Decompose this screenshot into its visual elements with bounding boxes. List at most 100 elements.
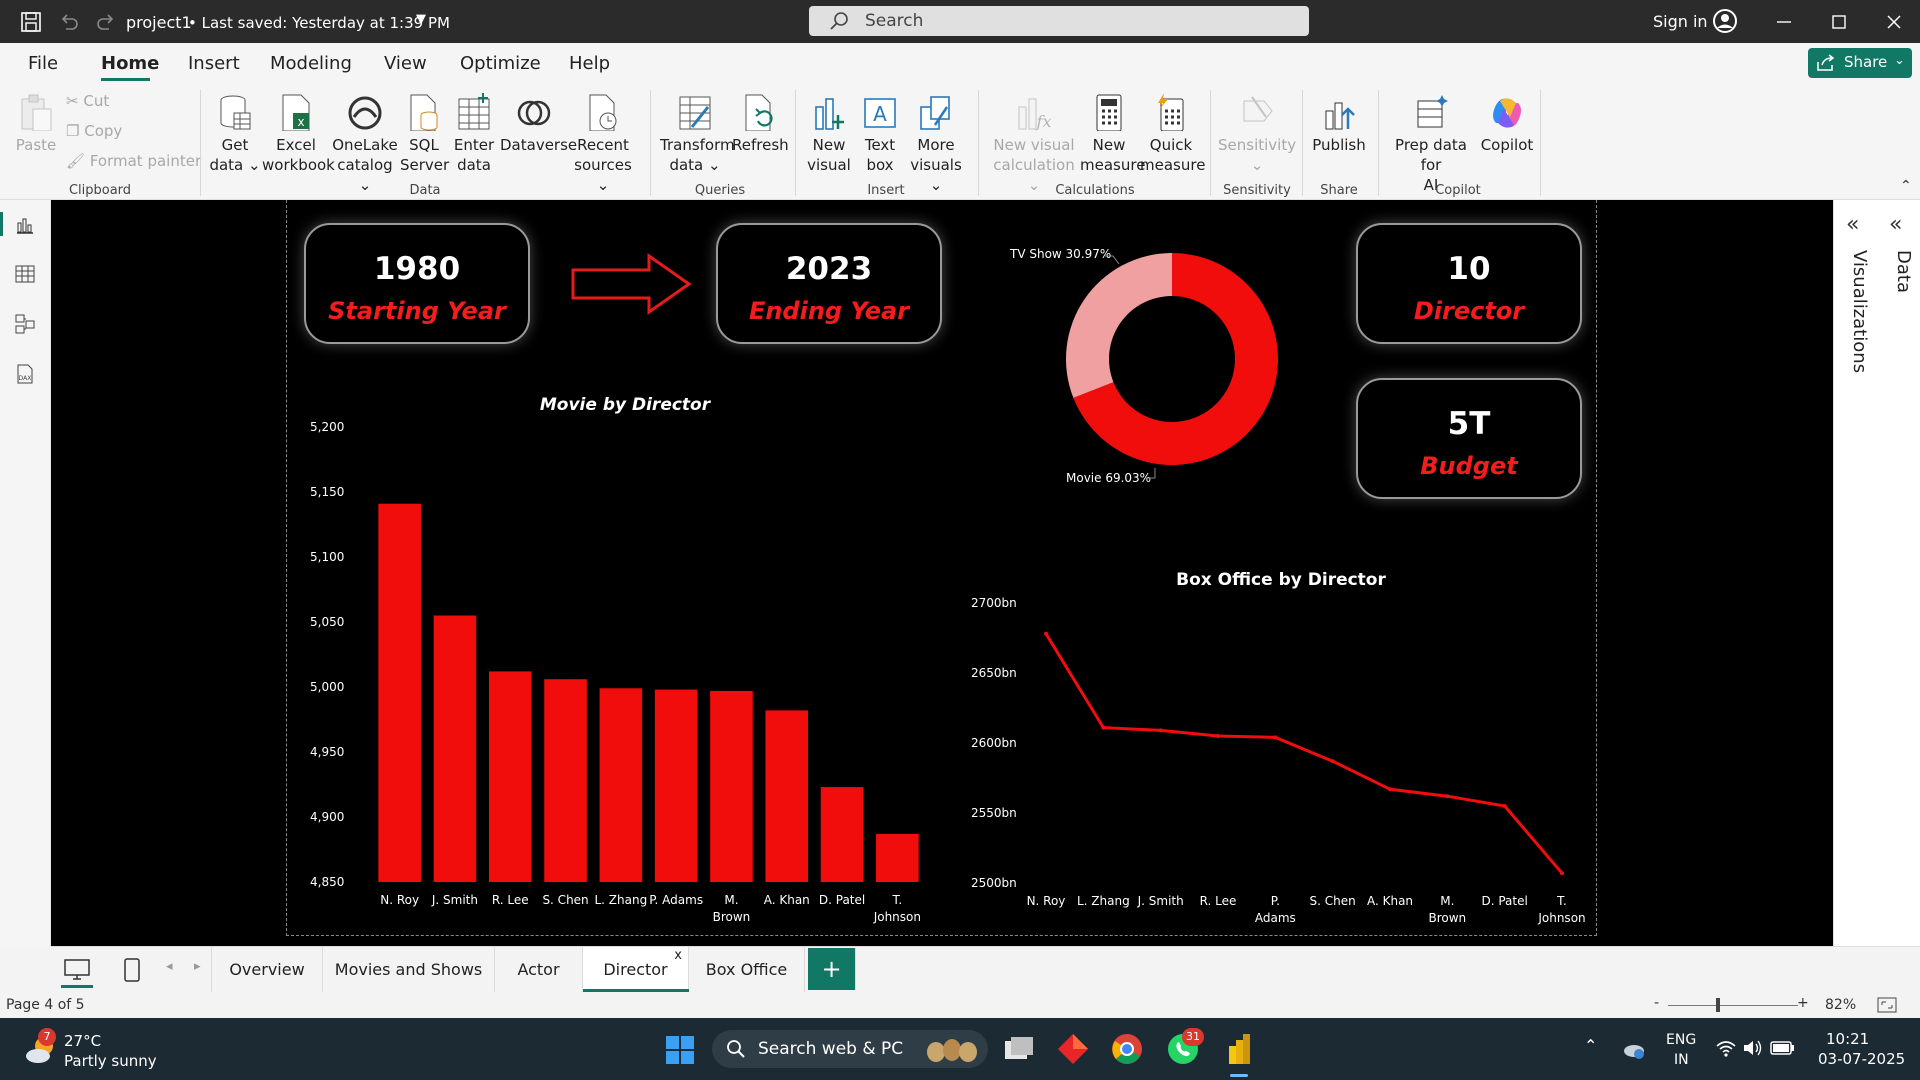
line-point-j-smith[interactable] (1158, 728, 1163, 733)
data-pane-tab[interactable]: Data (1888, 250, 1914, 330)
zoom-level[interactable]: 82% (1825, 997, 1856, 1013)
menu-home[interactable]: Home (101, 53, 159, 74)
paste-button[interactable]: Paste (14, 93, 58, 155)
budget-card[interactable]: 5T Budget (1356, 378, 1582, 499)
line-point-r-lee[interactable] (1216, 734, 1220, 738)
new-measure-button[interactable]: New measure (1080, 93, 1145, 175)
line-point-a-khan[interactable] (1388, 787, 1392, 792)
bar-a-khan[interactable] (765, 710, 809, 882)
tab-scroll-left-icon[interactable]: ◂ (166, 959, 173, 974)
battery-icon[interactable] (1770, 1039, 1796, 1057)
sql-server-button[interactable]: SQL Server (400, 93, 449, 175)
new-visual-calculation-button[interactable]: fx New visual calculation ⌄ (990, 93, 1078, 195)
minimize-icon[interactable] (1776, 14, 1792, 30)
tab-overview[interactable]: Overview (211, 947, 323, 992)
app-red-diamond-icon[interactable] (1056, 1032, 1090, 1066)
tab-box-office[interactable]: Box Office (689, 947, 805, 992)
maximize-icon[interactable] (1831, 14, 1847, 30)
onelake-catalog-button[interactable]: OneLake catalog ⌄ (332, 93, 398, 195)
clock-time[interactable]: 10:21 (1826, 1030, 1869, 1048)
tab-director[interactable]: Director x (583, 947, 689, 992)
copilot-button[interactable]: Copilot (1476, 93, 1538, 155)
tab-actor[interactable]: Actor (495, 947, 583, 992)
starting-year-card[interactable]: 1980 Starting Year (304, 223, 530, 344)
line-point-l-zhang[interactable] (1101, 725, 1106, 730)
bar-n-roy[interactable] (378, 503, 421, 882)
tab-movies-and-shows[interactable]: Movies and Shows (323, 947, 495, 992)
language-line1[interactable]: ENG (1666, 1032, 1696, 1048)
report-view-icon[interactable] (14, 214, 36, 236)
bar-m-brown[interactable] (710, 690, 753, 882)
file-title[interactable]: project1 (126, 13, 192, 32)
menu-modeling[interactable]: Modeling (270, 53, 352, 74)
enter-data-button[interactable]: Enter data (450, 93, 498, 175)
redo-icon[interactable] (95, 11, 117, 33)
expand-visualizations-icon[interactable]: « (1846, 212, 1859, 237)
table-view-icon[interactable] (14, 263, 36, 285)
menu-optimize[interactable]: Optimize (460, 53, 541, 74)
chrome-icon[interactable] (1110, 1032, 1144, 1066)
more-visuals-button[interactable]: More visuals ⌄ (904, 93, 968, 195)
cut-button[interactable]: ✂ Cut (66, 92, 109, 110)
volume-icon[interactable] (1742, 1038, 1764, 1058)
onedrive-icon[interactable] (1622, 1038, 1646, 1060)
recent-sources-button[interactable]: Recent sources ⌄ (568, 93, 638, 195)
menu-help[interactable]: Help (569, 53, 610, 74)
undo-icon[interactable] (58, 11, 80, 33)
tab-scroll-right-icon[interactable]: ▸ (194, 959, 201, 974)
add-page-button[interactable]: + (808, 948, 856, 990)
box-office-by-director-chart[interactable]: Box Office by Director 2700bn 2650bn 2600bn… (960, 560, 1600, 935)
windows-start-icon[interactable] (665, 1035, 695, 1065)
search-box[interactable]: Search (809, 6, 1309, 36)
dax-query-view-icon[interactable]: DAX (14, 363, 36, 385)
collapse-ribbon-icon[interactable]: ⌃ (1900, 178, 1912, 194)
quick-measure-button[interactable]: Quick measure (1140, 93, 1205, 175)
bar-j-smith[interactable] (433, 615, 477, 883)
desktop-layout-icon[interactable] (63, 958, 91, 982)
close-tab-icon[interactable]: x (674, 933, 682, 978)
format-painter-button[interactable]: 🖌 Format painter (66, 152, 201, 170)
power-bi-icon[interactable] (1222, 1032, 1256, 1066)
publish-button[interactable]: Publish (1308, 93, 1370, 155)
bar-p-adams[interactable] (654, 689, 698, 882)
content-type-donut-chart[interactable]: TV Show 30.97% Movie 69.03% (995, 240, 1315, 490)
director-count-card[interactable]: 10 Director (1356, 223, 1582, 344)
zoom-slider-thumb[interactable] (1716, 998, 1720, 1012)
save-icon[interactable] (20, 11, 42, 33)
line-point-m-brown[interactable] (1445, 794, 1450, 799)
task-view-icon[interactable] (1002, 1033, 1036, 1065)
model-view-icon[interactable] (14, 313, 36, 335)
prep-data-for-ai-button[interactable]: Prep data for AI (1386, 93, 1476, 195)
taskbar-search[interactable]: Search web & PC (712, 1030, 988, 1068)
mobile-layout-icon[interactable] (123, 957, 141, 983)
bar-d-patel[interactable] (820, 787, 864, 882)
chevron-down-icon[interactable]: ▼ (416, 12, 426, 27)
menu-insert[interactable]: Insert (188, 53, 240, 74)
language-line2[interactable]: IN (1674, 1052, 1689, 1068)
bar-l-zhang[interactable] (599, 688, 643, 882)
bar-r-lee[interactable] (488, 671, 532, 882)
new-visual-button[interactable]: New visual (804, 93, 854, 175)
transform-data-button[interactable]: Transform data ⌄ (660, 93, 735, 175)
zoom-out-button[interactable]: - (1654, 995, 1659, 1011)
text-box-button[interactable]: A Text box (856, 93, 904, 175)
refresh-button[interactable]: Refresh (732, 93, 789, 155)
copy-button[interactable]: ❐ Copy (66, 122, 122, 140)
sensitivity-button[interactable]: Sensitivity ⌄ (1218, 93, 1296, 175)
line-point-p-adams[interactable] (1273, 735, 1278, 740)
tray-overflow-icon[interactable]: ⌃ (1584, 1036, 1597, 1055)
line-point-n-roy[interactable] (1044, 631, 1048, 636)
visualizations-pane-tab[interactable]: Visualizations (1844, 250, 1870, 450)
share-button[interactable]: Share ⌄ (1808, 48, 1912, 78)
excel-workbook-button[interactable]: x Excel workbook (262, 93, 335, 175)
box-office-line[interactable] (1044, 633, 1564, 875)
clock-date[interactable]: 03-07-2025 (1818, 1050, 1905, 1068)
expand-data-icon[interactable]: « (1889, 212, 1902, 237)
movie-by-director-chart[interactable]: Movie by Director 5,200 5,150 5,100 5,050 5,0… (300, 385, 940, 935)
fit-to-page-icon[interactable] (1876, 996, 1898, 1014)
bar-t-johnson[interactable] (876, 833, 919, 882)
line-point-d-patel[interactable] (1502, 804, 1507, 808)
ending-year-card[interactable]: 2023 Ending Year (716, 223, 942, 344)
line-point-s-chen[interactable] (1330, 759, 1335, 764)
account-icon[interactable] (1712, 8, 1738, 34)
